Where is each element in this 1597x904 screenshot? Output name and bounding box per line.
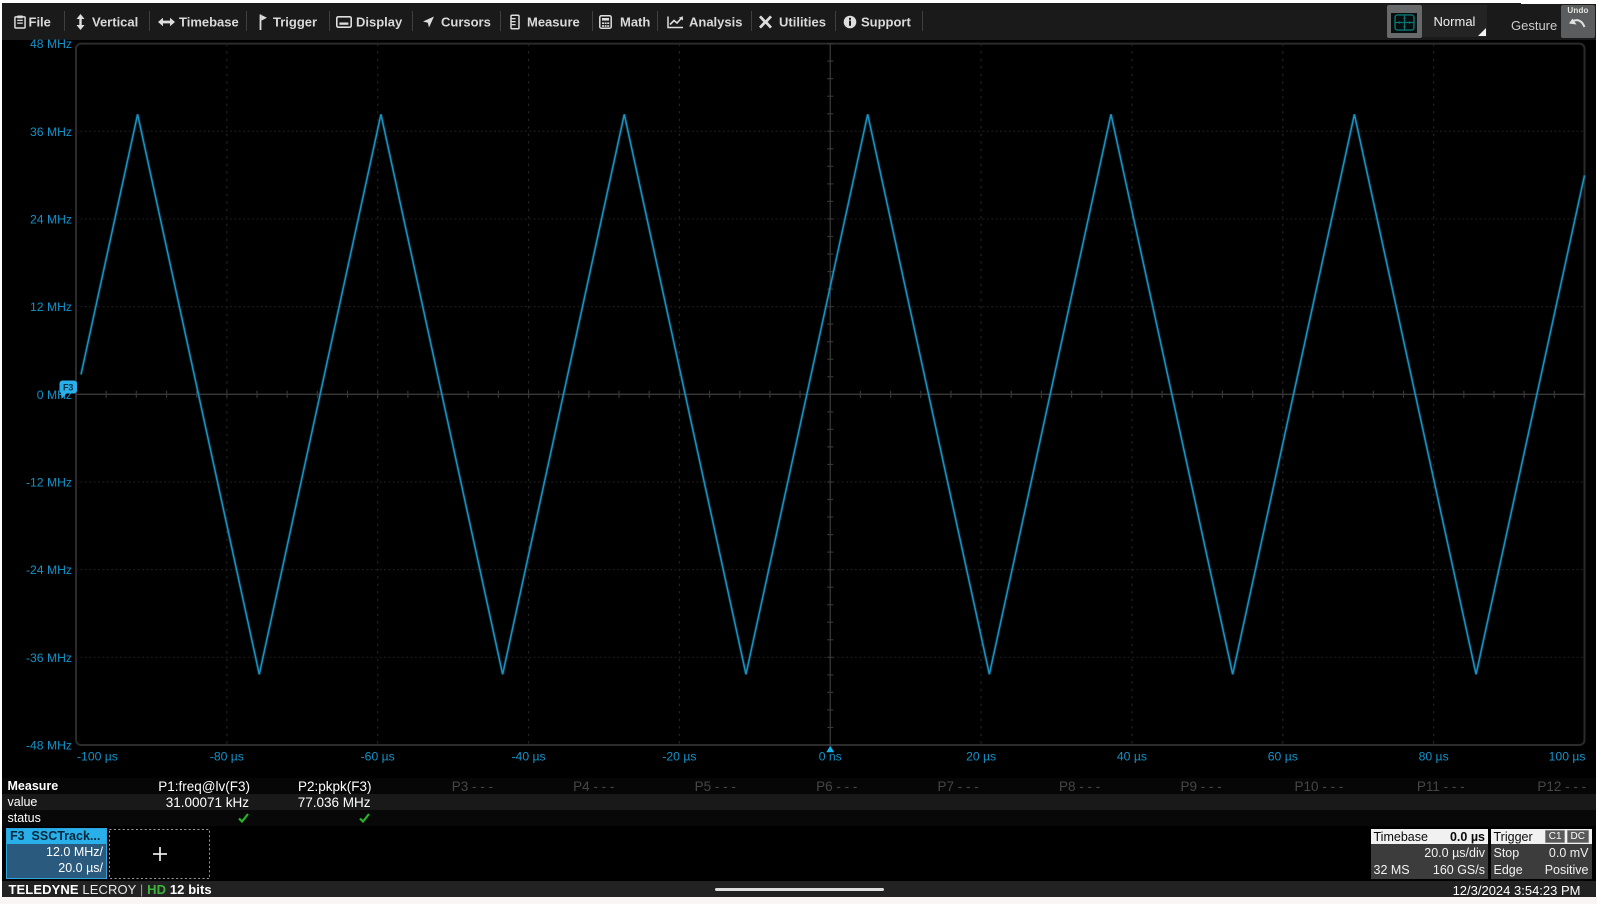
svg-text:-24 MHz: -24 MHz <box>26 563 72 577</box>
svg-text:F3: F3 <box>63 383 74 393</box>
svg-text:36 MHz: 36 MHz <box>30 125 72 139</box>
svg-text:80 µs: 80 µs <box>1419 750 1449 764</box>
svg-text:24 MHz: 24 MHz <box>30 212 72 226</box>
svg-text:-80 µs: -80 µs <box>210 750 244 764</box>
svg-text:20 µs: 20 µs <box>966 750 996 764</box>
svg-text:100 µs: 100 µs <box>1549 750 1586 764</box>
svg-text:-12 MHz: -12 MHz <box>26 475 72 489</box>
svg-text:-60 µs: -60 µs <box>361 750 395 764</box>
svg-text:60 µs: 60 µs <box>1268 750 1298 764</box>
svg-text:48 MHz: 48 MHz <box>30 37 72 51</box>
svg-text:-100 µs: -100 µs <box>77 750 118 764</box>
svg-text:12 MHz: 12 MHz <box>30 300 72 314</box>
svg-text:-20 µs: -20 µs <box>662 750 696 764</box>
svg-text:-48 MHz: -48 MHz <box>26 739 72 753</box>
svg-text:-36 MHz: -36 MHz <box>26 651 72 665</box>
svg-text:40 µs: 40 µs <box>1117 750 1147 764</box>
svg-text:-40 µs: -40 µs <box>511 750 545 764</box>
